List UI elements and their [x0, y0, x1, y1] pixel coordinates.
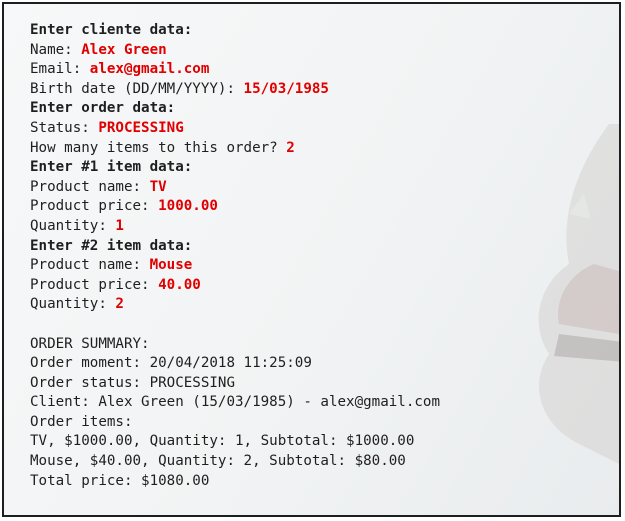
- console-line: Enter #1 item data:: [30, 158, 440, 178]
- console-line: How many items to this order? 2: [30, 139, 440, 159]
- console-line: Order moment: 20/04/2018 11:25:09: [30, 354, 440, 374]
- console-label: Birth date (DD/MM/YYYY):: [30, 80, 244, 97]
- user-input-value: 2: [286, 139, 295, 156]
- console-line: Order status: PROCESSING: [30, 374, 440, 394]
- user-input-value: Mouse: [149, 257, 193, 274]
- console-label: Total price: $1080.00: [30, 472, 210, 489]
- console-line: Product price: 40.00: [30, 276, 440, 296]
- console-line: Email: alex@gmail.com: [30, 60, 440, 80]
- console-line: Enter order data:: [30, 99, 440, 119]
- console-line: Order items:: [30, 413, 440, 433]
- user-input-value: alex@gmail.com: [89, 61, 210, 78]
- console-line: Status: PROCESSING: [30, 119, 440, 139]
- section-prompt: Enter #2 item data:: [30, 237, 193, 254]
- console-output-panel: Enter cliente data: Name: Alex Green Email…: [2, 2, 621, 517]
- console-label: Mouse, $40.00, Quantity: 2, Subtotal: $8…: [30, 453, 406, 470]
- console-line: Product price: 1000.00: [30, 197, 440, 217]
- user-input-value: PROCESSING: [98, 119, 184, 136]
- background-character-art: [538, 124, 619, 464]
- console-label: Order items:: [30, 413, 133, 430]
- console-line: Product name: Mouse: [30, 256, 440, 276]
- console-label: Client: Alex Green (15/03/1985) - alex@g…: [30, 394, 440, 411]
- console-label: Order status: PROCESSING: [30, 374, 235, 391]
- console-label: Product price:: [30, 276, 159, 293]
- console-label: Product name:: [30, 178, 150, 195]
- console-label: Quantity:: [30, 217, 116, 234]
- console-label: How many items to this order?: [30, 139, 287, 156]
- console-line: Enter #2 item data:: [30, 237, 440, 257]
- console-line: Name: Alex Green: [30, 41, 440, 61]
- user-input-value: 15/03/1985: [243, 80, 329, 97]
- console-line: Product name: TV: [30, 178, 440, 198]
- console-line: ORDER SUMMARY:: [30, 335, 440, 355]
- console-line: Quantity: 2: [30, 295, 440, 315]
- console-line: Client: Alex Green (15/03/1985) - alex@g…: [30, 393, 440, 413]
- console-label: Name:: [30, 41, 82, 58]
- console-line: Total price: $1080.00: [30, 472, 440, 492]
- console-line: Enter cliente data:: [30, 21, 440, 41]
- section-prompt: Enter cliente data:: [30, 22, 193, 38]
- user-input-value: 2: [115, 296, 124, 313]
- console-label: Email:: [30, 61, 90, 78]
- console-label: TV, $1000.00, Quantity: 1, Subtotal: $10…: [30, 433, 415, 450]
- section-prompt: Enter #1 item data:: [30, 159, 193, 176]
- console-label: ORDER SUMMARY:: [30, 335, 150, 352]
- console-line: TV, $1000.00, Quantity: 1, Subtotal: $10…: [30, 432, 440, 452]
- console-label: Status:: [30, 119, 99, 136]
- console-label: Product price:: [30, 198, 159, 215]
- console-label: Product name:: [30, 257, 150, 274]
- user-input-value: TV: [149, 178, 167, 195]
- user-input-value: 1: [115, 217, 124, 234]
- console-text: Enter cliente data: Name: Alex Green Email…: [30, 21, 440, 491]
- console-line: Mouse, $40.00, Quantity: 2, Subtotal: $8…: [30, 452, 440, 472]
- console-line: Quantity: 1: [30, 217, 440, 237]
- console-label: Quantity:: [30, 296, 116, 313]
- user-input-value: Alex Green: [81, 41, 167, 58]
- user-input-value: 40.00: [158, 276, 201, 293]
- section-prompt: Enter order data:: [30, 100, 176, 117]
- console-line: Birth date (DD/MM/YYYY): 15/03/1985: [30, 80, 440, 100]
- console-label: Order moment: 20/04/2018 11:25:09: [30, 355, 312, 372]
- user-input-value: 1000.00: [158, 198, 218, 215]
